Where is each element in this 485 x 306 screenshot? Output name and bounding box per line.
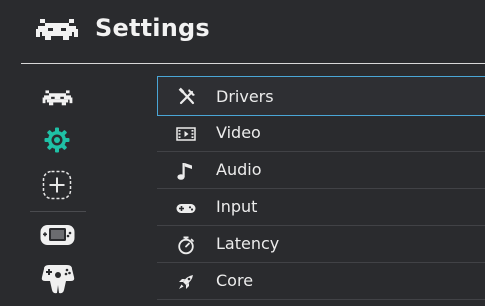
- handheld-console-icon[interactable]: [40, 224, 75, 246]
- menu-item-video[interactable]: Video: [157, 115, 485, 152]
- stopwatch-icon: [178, 236, 194, 255]
- retroarch-invader-icon[interactable]: [42, 89, 73, 106]
- menu-item-core[interactable]: Core: [157, 263, 485, 300]
- menu-item-audio[interactable]: Audio: [157, 152, 485, 189]
- add-icon[interactable]: [42, 170, 72, 200]
- menu-item-label: Latency: [216, 234, 280, 253]
- menu-item-label: Video: [216, 123, 261, 142]
- gear-icon[interactable]: [44, 127, 70, 153]
- music-note-icon: [177, 163, 192, 180]
- page-title: Settings: [95, 14, 210, 42]
- tools-icon: [178, 87, 195, 105]
- retroarch-invader-icon: [36, 19, 78, 40]
- settings-menu-list: Drivers Video Audio Input Latency Core: [157, 76, 485, 300]
- film-icon: [176, 127, 196, 141]
- menu-item-label: Audio: [216, 160, 262, 179]
- gamepad-icon: [176, 204, 196, 213]
- menu-item-label: Drivers: [216, 87, 274, 106]
- menu-item-drivers[interactable]: Drivers: [157, 76, 485, 116]
- sidebar: [0, 64, 112, 306]
- rocket-icon: [179, 275, 193, 289]
- header-bar: Settings: [0, 0, 485, 63]
- menu-item-label: Input: [216, 197, 258, 216]
- menu-item-input[interactable]: Input: [157, 189, 485, 226]
- menu-item-label: Core: [216, 271, 254, 290]
- sidebar-divider: [30, 211, 86, 212]
- gamepad-n64-icon[interactable]: [40, 263, 76, 295]
- menu-item-latency[interactable]: Latency: [157, 226, 485, 263]
